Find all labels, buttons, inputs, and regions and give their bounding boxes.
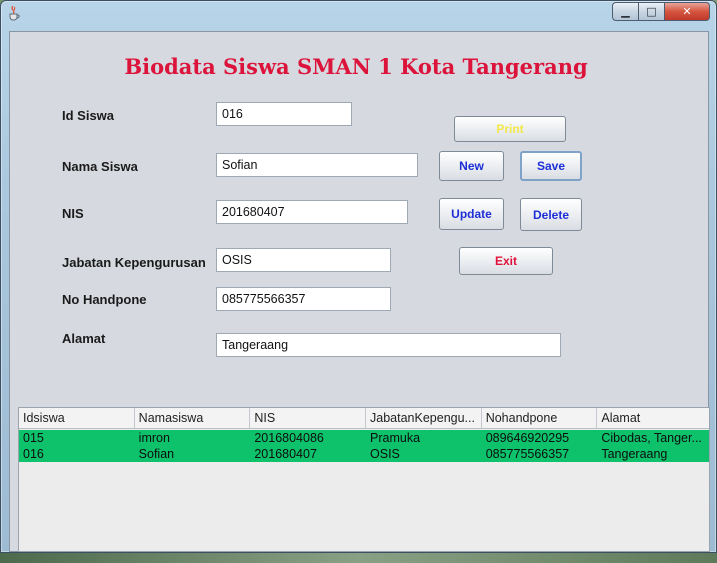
column-header-nohandpone[interactable]: Nohandpone <box>482 408 598 428</box>
cell-namasiswa: Sofian <box>138 447 175 461</box>
column-header-idsiswa[interactable]: Idsiswa <box>19 408 135 428</box>
cell-nis: 2016804086 <box>254 431 324 445</box>
form-title: Biodata Siswa SMAN 1 Kota Tangerang <box>124 54 588 79</box>
label-alamat: Alamat <box>62 331 106 346</box>
alamat-field[interactable]: Tangeraang <box>216 333 561 357</box>
table-row[interactable]: 015 imron 2016804086 Pramuka 08964692029… <box>19 430 709 446</box>
exit-button[interactable]: Exit <box>459 247 553 275</box>
minimize-button[interactable]: ▁ <box>612 2 639 21</box>
label-id-siswa: Id Siswa <box>62 108 115 123</box>
cell-alamat: Cibodas, Tanger... <box>601 431 702 445</box>
label-nis: NIS <box>62 206 84 221</box>
siswa-table[interactable]: Idsiswa Namasiswa NIS JabatanKepengu... … <box>18 407 710 552</box>
jabatan-field[interactable]: OSIS <box>216 248 391 272</box>
cell-alamat: Tangeraang <box>601 447 668 461</box>
caption-buttons: ▁ □ ✕ <box>612 2 710 21</box>
cell-namasiswa: imron <box>138 431 170 445</box>
column-header-jabatan[interactable]: JabatanKepengu... <box>366 408 482 428</box>
column-header-nis[interactable]: NIS <box>250 408 367 428</box>
cell-idsiswa: 016 <box>23 447 44 461</box>
application-window: ▁ □ ✕ Biodata Siswa SMAN 1 Kota Tangeran… <box>0 0 717 553</box>
print-button[interactable]: Print <box>454 116 566 142</box>
new-button[interactable]: New <box>439 151 504 181</box>
id-siswa-field[interactable]: 016 <box>216 102 352 126</box>
delete-button[interactable]: Delete <box>520 198 582 231</box>
close-button[interactable]: ✕ <box>665 2 710 21</box>
java-icon <box>9 5 20 21</box>
label-jabatan-kepengurusan: Jabatan Kepengurusan <box>62 255 206 270</box>
form-panel: Biodata Siswa SMAN 1 Kota Tangerang Id S… <box>9 31 710 552</box>
label-nama-siswa: Nama Siswa <box>62 159 138 174</box>
cell-nis: 201680407 <box>254 447 317 461</box>
nama-siswa-field[interactable]: Sofian <box>216 153 418 177</box>
column-header-namasiswa[interactable]: Namasiswa <box>135 408 251 428</box>
no-handpone-field[interactable]: 085775566357 <box>216 287 391 311</box>
cell-jabatan: OSIS <box>370 447 400 461</box>
maximize-button[interactable]: □ <box>639 2 665 21</box>
update-button[interactable]: Update <box>439 198 504 230</box>
save-button[interactable]: Save <box>520 151 582 181</box>
cell-nohandpone: 089646920295 <box>485 431 570 445</box>
table-header: Idsiswa Namasiswa NIS JabatanKepengu... … <box>19 408 709 429</box>
cell-idsiswa: 015 <box>23 431 44 445</box>
label-no-handpone: No Handpone <box>62 292 147 307</box>
column-header-alamat[interactable]: Alamat <box>597 408 709 428</box>
cell-jabatan: Pramuka <box>370 431 421 445</box>
nis-field[interactable]: 201680407 <box>216 200 408 224</box>
table-row[interactable]: 016 Sofian 201680407 OSIS 085775566357 T… <box>19 446 709 462</box>
cell-nohandpone: 085775566357 <box>485 447 570 461</box>
